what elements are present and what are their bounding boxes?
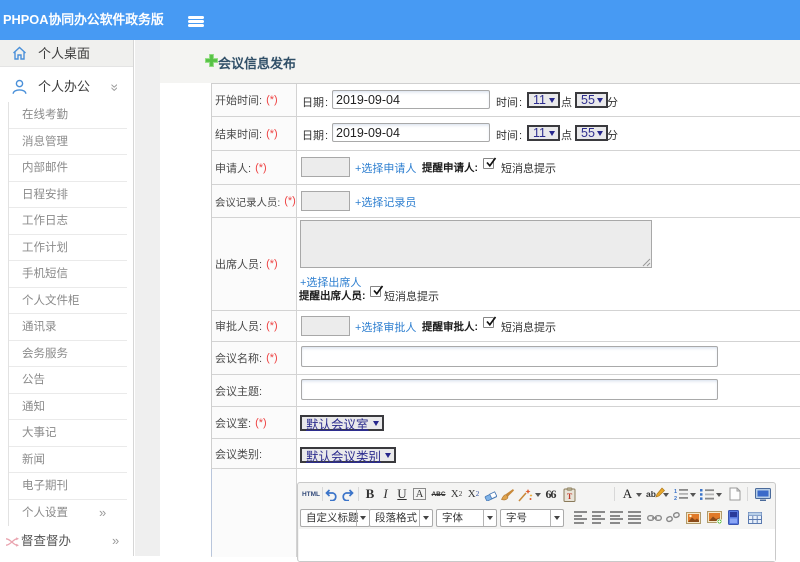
svg-text:2: 2 bbox=[674, 496, 677, 501]
svg-text:T: T bbox=[567, 492, 573, 501]
svg-text:1: 1 bbox=[674, 489, 677, 495]
